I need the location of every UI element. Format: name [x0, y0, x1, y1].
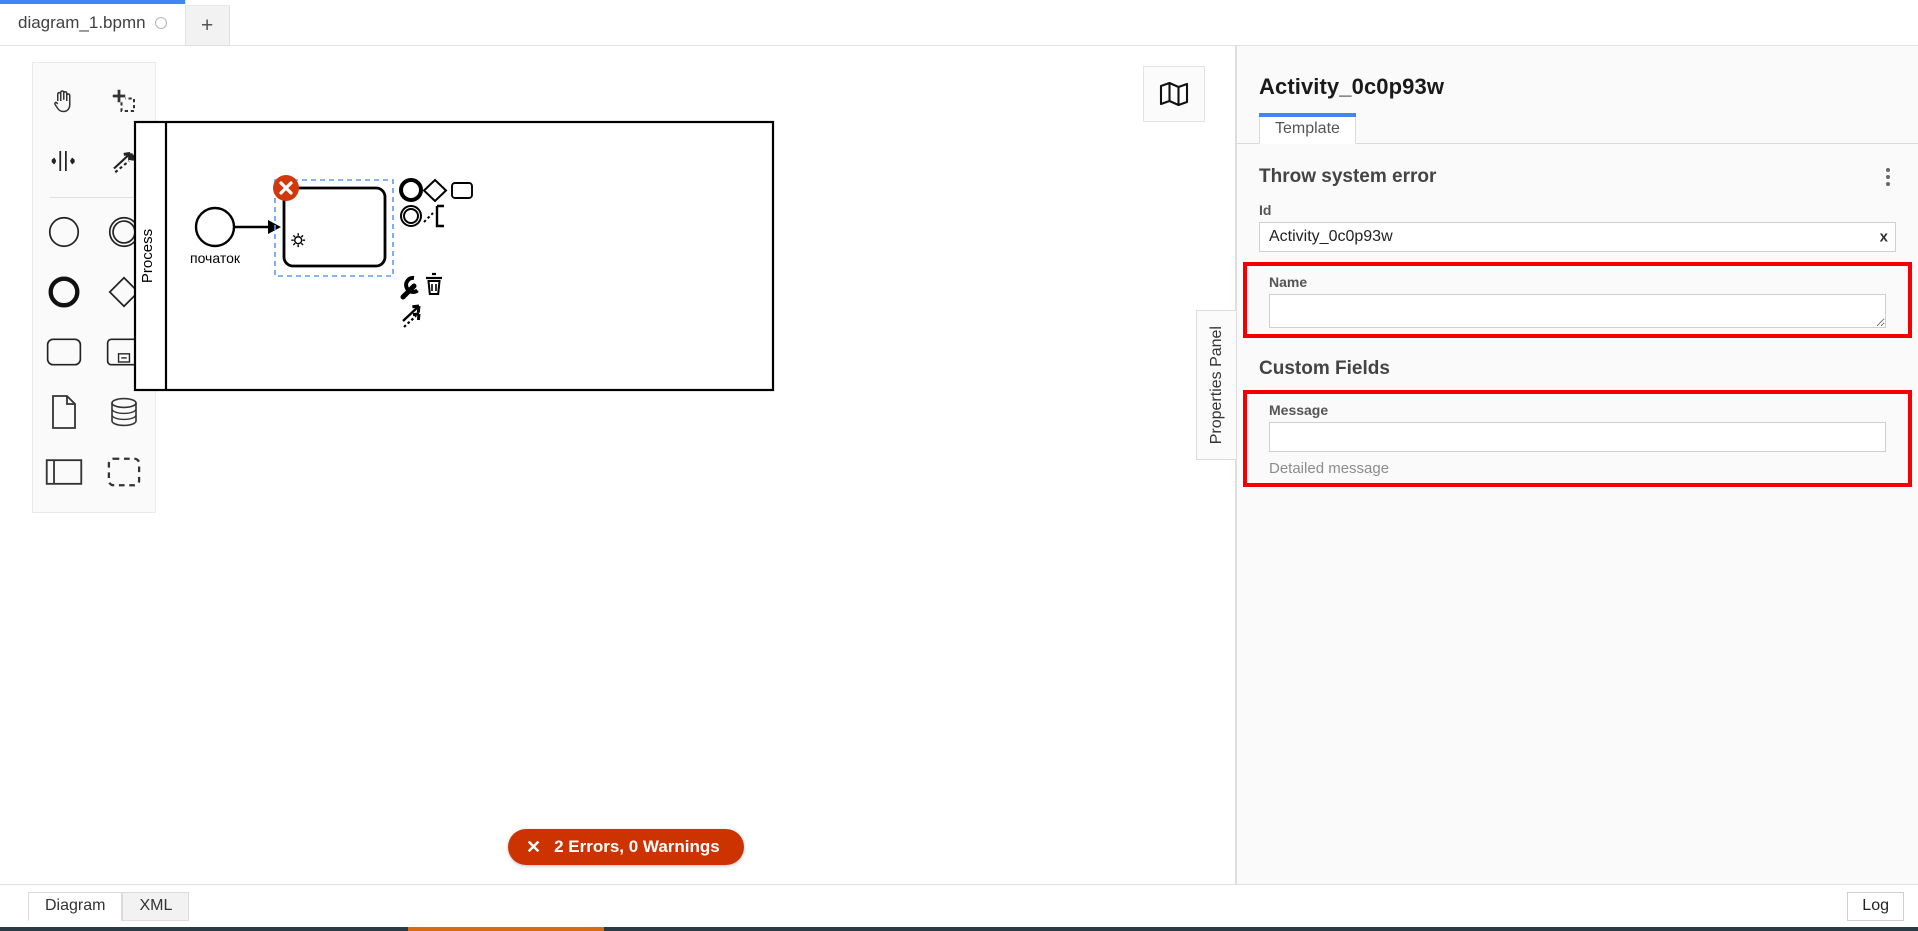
footer-strip — [0, 927, 1918, 931]
palette-elements-group — [33, 202, 155, 502]
error-notification-badge[interactable]: ✕ 2 Errors, 0 Warnings — [508, 829, 744, 865]
hand-tool-icon[interactable] — [34, 71, 94, 131]
end-event-icon[interactable] — [34, 262, 94, 322]
properties-panel-tabs: Template — [1237, 112, 1918, 144]
task-icon[interactable] — [34, 322, 94, 382]
group-icon[interactable] — [94, 442, 154, 502]
new-tab-button[interactable]: + — [185, 5, 230, 45]
append-gateway-icon — [422, 178, 448, 203]
trash-icon — [426, 272, 442, 295]
file-tab-diagram-1[interactable]: diagram_1.bpmn — [0, 0, 186, 45]
append-task-icon — [451, 182, 473, 199]
custom-fields-title: Custom Fields — [1259, 358, 1390, 379]
subprocess-collapsed-icon[interactable] — [94, 322, 154, 382]
tab-template-label: Template — [1275, 119, 1340, 137]
bottom-view-tabs: Diagram XML — [28, 891, 190, 921]
file-tab-label: diagram_1.bpmn — [18, 12, 146, 32]
bpmn-palette — [32, 62, 156, 513]
tab-template[interactable]: Template — [1259, 113, 1356, 144]
log-button[interactable]: Log — [1847, 891, 1904, 921]
tab-xml[interactable]: XML — [122, 891, 190, 921]
data-store-icon[interactable] — [94, 382, 154, 442]
file-tab-bar: diagram_1.bpmn + — [0, 0, 1918, 46]
kebab-menu-icon[interactable] — [1880, 164, 1896, 190]
bpmn-modeler-window: diagram_1.bpmn + Process початок ✕ 2 Err… — [0, 0, 1918, 931]
custom-fields-header: Custom Fields — [1237, 338, 1918, 380]
element-error-badge — [273, 175, 299, 201]
field-message-hint: Detailed message — [1269, 460, 1390, 477]
footer-accent-strip — [408, 927, 604, 931]
palette-tools-group — [33, 71, 155, 191]
message-field-annotation-box: Message Detailed message — [1243, 390, 1912, 487]
field-message-label: Message — [1269, 402, 1329, 418]
diagram-canvas[interactable]: Process початок ✕ 2 Errors, 0 Warnings — [0, 46, 1236, 884]
x-icon: ✕ — [526, 837, 542, 857]
service-task-gear-icon — [291, 233, 306, 248]
start-event-shape — [194, 206, 236, 248]
gateway-icon[interactable] — [94, 262, 154, 322]
properties-panel-toggle-label: Properties Panel — [1207, 325, 1225, 445]
task-shape — [282, 186, 387, 268]
intermediate-event-icon[interactable] — [94, 202, 154, 262]
field-name: Name — [1247, 270, 1908, 328]
unsaved-indicator-icon[interactable] — [154, 16, 167, 29]
map-icon — [1159, 81, 1189, 107]
bpmn-diagram: Process початок — [133, 120, 775, 392]
field-id-input-wrap: x — [1259, 222, 1896, 252]
field-id: Id x — [1237, 190, 1918, 252]
properties-panel: Activity_0c0p93w Template Throw system e… — [1236, 46, 1918, 884]
template-group-header: Throw system error — [1237, 144, 1918, 190]
space-tool-icon[interactable] — [34, 131, 94, 191]
tab-diagram[interactable]: Diagram — [28, 891, 123, 921]
lasso-tool-icon[interactable] — [94, 71, 154, 131]
append-intermediate-event-icon — [400, 205, 422, 227]
properties-panel-toggle-tab[interactable]: Properties Panel — [1196, 310, 1236, 460]
connect-tool-icon[interactable] — [94, 131, 154, 191]
palette-divider — [50, 197, 138, 198]
message-input[interactable] — [1269, 422, 1886, 452]
tab-xml-label: XML — [139, 897, 173, 914]
context-pad — [399, 178, 473, 328]
selection-outline — [274, 179, 394, 277]
bottom-status-bar: Diagram XML Log — [0, 884, 1918, 927]
properties-panel-title: Activity_0c0p93w — [1259, 74, 1445, 99]
data-object-icon[interactable] — [34, 382, 94, 442]
participant-icon[interactable] — [34, 442, 94, 502]
field-id-label: Id — [1259, 202, 1272, 218]
start-event-label: початок — [190, 250, 241, 266]
pool-shape — [133, 120, 775, 392]
field-name-label: Name — [1269, 274, 1308, 290]
tab-diagram-label: Diagram — [45, 897, 106, 914]
connect-icon — [402, 304, 421, 328]
clear-id-icon[interactable]: x — [1880, 230, 1888, 245]
id-input[interactable] — [1259, 222, 1896, 252]
error-badge-label: 2 Errors, 0 Warnings — [554, 837, 720, 856]
append-end-event-icon — [399, 178, 423, 202]
wrench-icon — [400, 275, 419, 300]
name-input[interactable] — [1269, 294, 1886, 328]
name-field-annotation-box: Name — [1243, 262, 1912, 338]
log-button-label: Log — [1862, 897, 1889, 914]
minimap-toggle-button[interactable] — [1143, 66, 1205, 122]
field-message: Message — [1247, 398, 1908, 452]
template-group-title: Throw system error — [1259, 166, 1437, 187]
start-event-icon[interactable] — [34, 202, 94, 262]
append-text-annotation-icon — [423, 204, 444, 228]
